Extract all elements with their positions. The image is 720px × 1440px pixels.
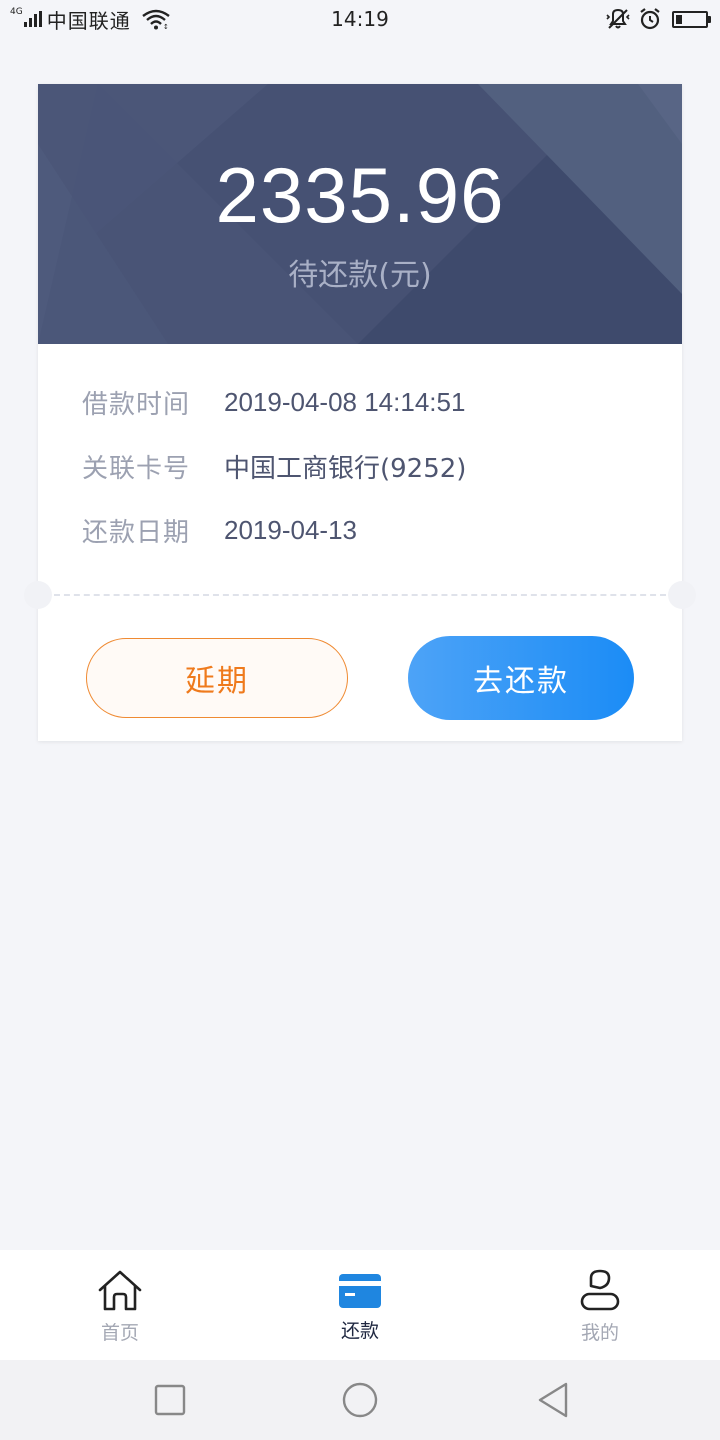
user-icon <box>480 1268 720 1314</box>
tab-repay-label: 还款 <box>340 1320 379 1342</box>
battery-icon <box>672 10 711 28</box>
vibrate-off-icon <box>606 8 630 29</box>
repay-button[interactable]: 去还款 <box>408 636 634 720</box>
linked-card-label: 关联卡号 <box>82 453 191 484</box>
status-right <box>606 7 711 31</box>
alarm-icon <box>640 8 660 30</box>
recents-icon[interactable] <box>150 1380 190 1420</box>
card-icon <box>240 1272 480 1310</box>
loan-card-header: 2335.96 待还款(元) <box>38 84 682 344</box>
card-notch-right <box>668 581 696 609</box>
status-bar: 4G 中国联通 ↕ 14:19 <box>0 0 720 40</box>
loan-details: 借款时间 2019-04-08 14:14:51 关联卡号 中国工商银行(925… <box>82 370 466 562</box>
dashed-divider <box>54 594 666 596</box>
repay-date-value: 2019-04-13 <box>224 514 357 545</box>
tab-home[interactable]: 首页 <box>0 1250 240 1360</box>
outstanding-amount: 2335.96 <box>215 151 505 239</box>
tab-home-label: 首页 <box>100 1322 139 1344</box>
tab-repay[interactable]: 还款 <box>240 1250 480 1360</box>
battery-level <box>676 14 682 24</box>
tab-mine[interactable]: 我的 <box>480 1250 720 1360</box>
detail-row-repay-date: 还款日期 2019-04-13 <box>82 498 466 562</box>
outstanding-amount-label: 待还款(元) <box>288 258 432 293</box>
tab-mine-label: 我的 <box>580 1322 619 1344</box>
loan-card: 2335.96 待还款(元) 借款时间 2019-04-08 14:14:51 … <box>24 84 696 741</box>
home-nav-icon[interactable] <box>340 1380 380 1420</box>
repay-date-label: 还款日期 <box>82 517 191 548</box>
linked-card-value: 中国工商银行(9252) <box>224 453 467 484</box>
detail-row-linked-card: 关联卡号 中国工商银行(9252) <box>82 434 466 498</box>
extend-button[interactable]: 延期 <box>86 638 348 718</box>
detail-row-loan-time: 借款时间 2019-04-08 14:14:51 <box>82 370 466 434</box>
home-icon <box>0 1268 240 1312</box>
bottom-tab-bar: 首页 还款 我的 <box>0 1250 720 1360</box>
back-icon[interactable] <box>534 1380 574 1420</box>
loan-time-value: 2019-04-08 14:14:51 <box>224 386 466 417</box>
card-notch-left <box>24 581 52 609</box>
system-nav-bar <box>0 1360 720 1440</box>
loan-time-label: 借款时间 <box>82 389 191 420</box>
